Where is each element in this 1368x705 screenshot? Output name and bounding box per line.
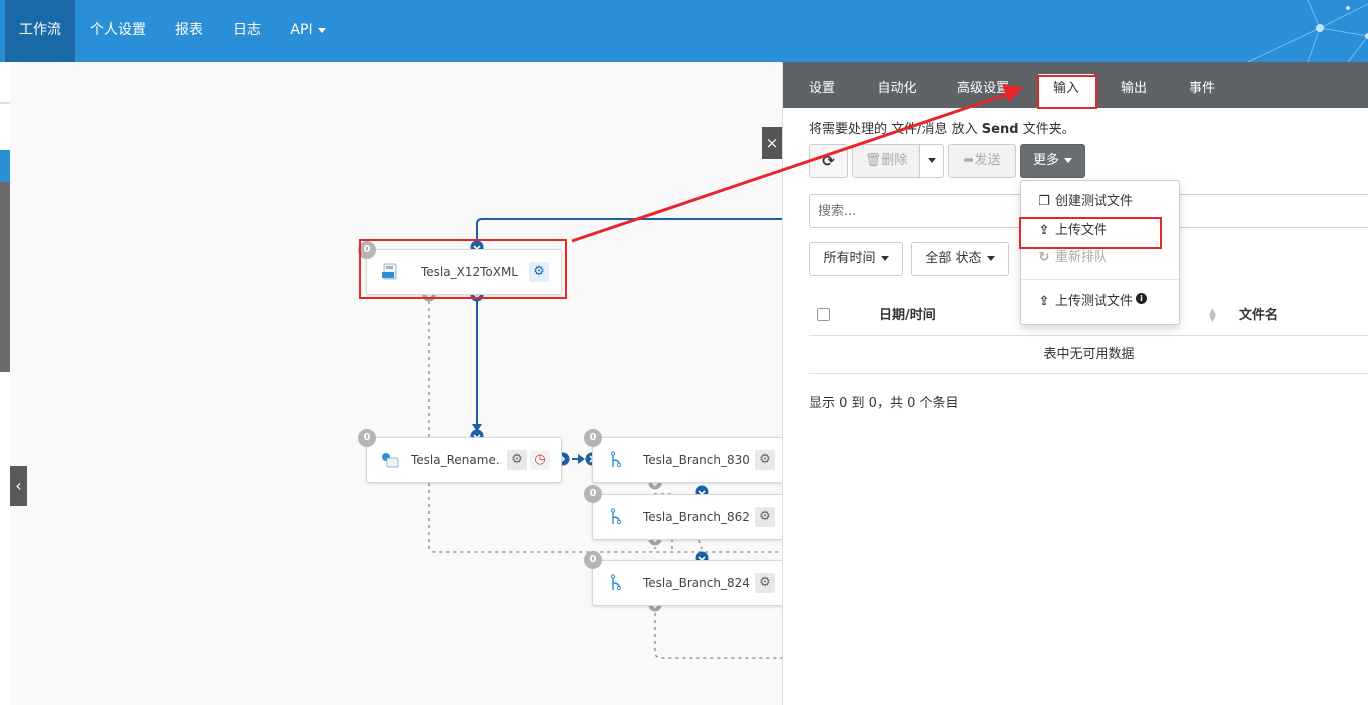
- caret-down-icon: [986, 256, 995, 261]
- nav-api-label: API: [290, 22, 313, 38]
- menu-divider: [1021, 279, 1179, 280]
- select-all-checkbox[interactable]: [817, 308, 830, 321]
- annotation-highlight-upload: [1019, 217, 1162, 249]
- node-rename[interactable]: Tesla_Rename... ⚙ ◷: [366, 437, 562, 483]
- queue-count-badge: 0: [584, 485, 602, 503]
- queue-count-badge: 0: [584, 429, 602, 447]
- caret-down-icon: [927, 158, 936, 163]
- clock-icon[interactable]: ◷: [530, 450, 550, 470]
- status-filter-select[interactable]: 全部 状态: [911, 242, 1009, 276]
- more-dropdown-menu: ❐ 创建测试文件 ⇪ 上传文件 ↻ 重新排队 ⇪ 上传测试文件 i: [1020, 180, 1180, 325]
- network-decoration: [1247, 0, 1368, 62]
- menu-item-upload-test-file[interactable]: ⇪ 上传测试文件 i: [1021, 289, 1179, 315]
- copy-icon: ❐: [1038, 194, 1050, 209]
- caret-down-icon: [880, 256, 889, 261]
- tab-automation[interactable]: 自动化: [867, 62, 927, 108]
- delete-button[interactable]: 🗑删除: [852, 144, 920, 178]
- delete-dropdown-toggle[interactable]: [919, 144, 944, 178]
- queue-count-badge: 0: [584, 551, 602, 569]
- nav-api[interactable]: API: [278, 0, 338, 62]
- info-icon[interactable]: i: [1136, 293, 1148, 304]
- tab-settings[interactable]: 设置: [797, 62, 847, 108]
- nav-personal-settings[interactable]: 个人设置: [80, 0, 156, 62]
- column-header-datetime[interactable]: 日期/时间: [879, 296, 936, 336]
- workflow-canvas[interactable]: Tesla_X12ToXML ⚙ 0 Tesla_Rename... ⚙ ◷ 0…: [0, 62, 782, 705]
- node-branch-824[interactable]: Tesla_Branch_824 ⚙: [592, 560, 782, 606]
- chevron-left-icon[interactable]: ‹: [10, 466, 27, 506]
- node-label: Tesla_Branch_862: [643, 510, 750, 524]
- node-label: Tesla_Branch_830: [643, 453, 750, 467]
- top-navbar: 工作流 个人设置 报表 日志 API: [0, 0, 1368, 62]
- branch-icon: [610, 451, 622, 468]
- share-icon: ➦: [963, 153, 975, 168]
- rename-connector-icon: [382, 453, 399, 468]
- connection-lines: [422, 218, 782, 659]
- gear-icon[interactable]: ⚙: [755, 573, 775, 593]
- caret-down-icon: [1064, 158, 1072, 163]
- node-branch-862[interactable]: Tesla_Branch_862 ⚙: [592, 494, 782, 540]
- column-header-filename[interactable]: 文件名: [1239, 296, 1278, 336]
- queue-count-badge: 0: [358, 429, 376, 447]
- send-button[interactable]: ➦发送: [948, 144, 1016, 178]
- branch-icon: [610, 574, 622, 591]
- more-button[interactable]: 更多: [1020, 144, 1085, 178]
- port-detail-panel: 设置 自动化 高级设置 输入 输出 事件 将需要处理的 文件/消息 放入 Sen…: [782, 62, 1368, 705]
- tab-output[interactable]: 输出: [1109, 62, 1159, 108]
- node-label: Tesla_Rename...: [411, 453, 501, 467]
- close-icon[interactable]: ×: [762, 127, 782, 159]
- branch-icon: [610, 508, 622, 525]
- time-filter-select[interactable]: 所有时间: [809, 242, 903, 276]
- gear-icon[interactable]: ⚙: [755, 507, 775, 527]
- nav-reports[interactable]: 报表: [162, 0, 216, 62]
- refresh-button[interactable]: ⟳: [809, 144, 848, 178]
- sort-icon[interactable]: ▲ ▼: [1209, 308, 1216, 324]
- caret-down-icon: [317, 27, 326, 33]
- trash-icon: 🗑: [864, 153, 882, 168]
- upload-icon: ⇪: [1038, 294, 1050, 309]
- menu-item-create-test-file[interactable]: ❐ 创建测试文件: [1021, 189, 1179, 215]
- input-hint: 将需要处理的 文件/消息 放入 Send 文件夹。: [809, 122, 1075, 137]
- gear-icon[interactable]: ⚙: [755, 450, 775, 470]
- table-empty-row: 表中无可用数据: [809, 336, 1368, 374]
- node-label: Tesla_Branch_824: [643, 576, 750, 590]
- tab-advanced[interactable]: 高级设置: [947, 62, 1019, 108]
- tab-events[interactable]: 事件: [1177, 62, 1227, 108]
- node-branch-830[interactable]: Tesla_Branch_830 ⚙: [592, 437, 782, 483]
- table-info: 显示 0 到 0，共 0 个条目: [809, 396, 959, 411]
- nav-logs[interactable]: 日志: [220, 0, 274, 62]
- refresh-icon: ⟳: [822, 152, 835, 170]
- gear-icon[interactable]: ⚙: [507, 450, 527, 470]
- nav-workflow[interactable]: 工作流: [5, 0, 75, 62]
- annotation-highlight-tab: [1037, 75, 1097, 109]
- annotation-highlight-node: [359, 239, 567, 299]
